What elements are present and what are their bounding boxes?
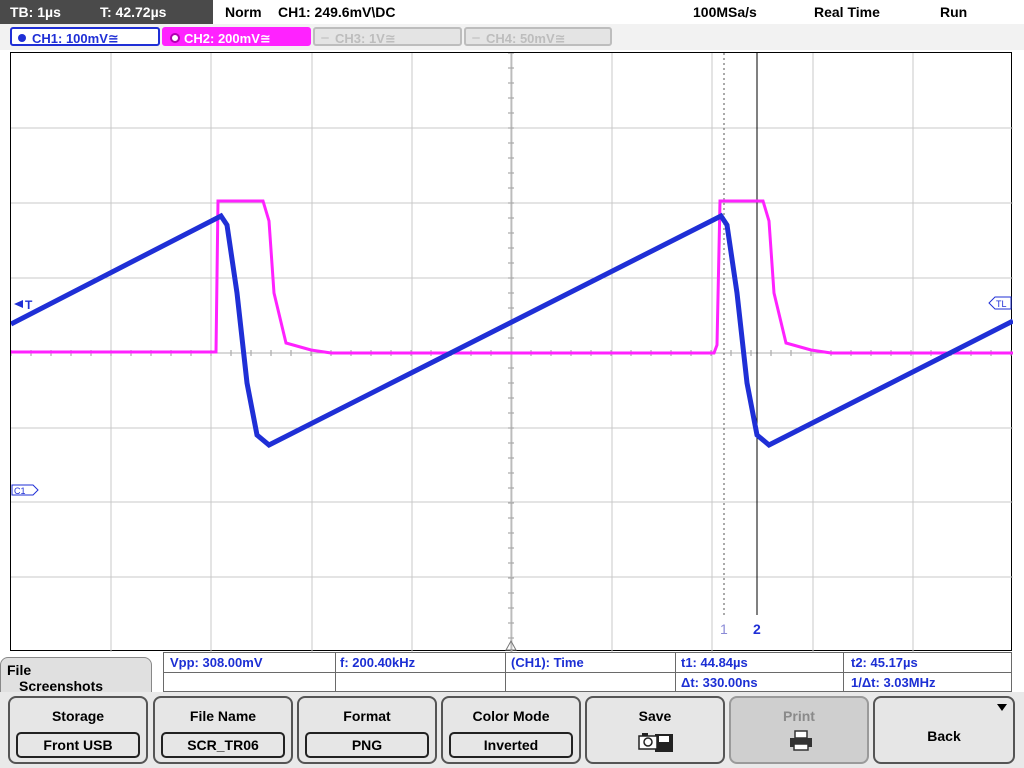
cursor-2-label: 2 xyxy=(753,621,761,637)
measurement-panel: Vpp: 308.00mV f: 200.40kHz (CH1): Time t… xyxy=(163,652,1012,692)
color-mode-value: Inverted xyxy=(449,732,573,758)
channel-1-indicator-icon xyxy=(18,34,26,42)
vpp-measurement: Vpp: 308.00mV xyxy=(170,655,263,670)
channel-3-tab[interactable]: CH3: 1V≅ xyxy=(313,27,462,46)
trigger-level-right-marker[interactable]: TL xyxy=(988,296,1012,310)
measurement-divider xyxy=(843,653,844,691)
back-button[interactable]: Back xyxy=(873,696,1015,764)
format-softkey[interactable]: Format PNG xyxy=(297,696,437,764)
cursor-source: (CH1): Time xyxy=(511,655,584,670)
menu-corner-arrow-icon xyxy=(997,704,1007,711)
trigger-level-marker[interactable]: T xyxy=(14,298,33,312)
sample-rate: 100MSa/s xyxy=(693,4,757,20)
waveform-graph: 1 2 T C1 TL xyxy=(11,53,1013,652)
print-button[interactable]: Print xyxy=(729,696,869,764)
channel-2-indicator-icon xyxy=(170,33,180,43)
ch1-ground-marker[interactable]: C1 xyxy=(11,484,39,496)
trigger-level-right-label: TL xyxy=(996,299,1007,309)
acquisition-mode: Real Time xyxy=(814,4,880,20)
trigger-mode: Norm xyxy=(225,4,262,20)
back-label: Back xyxy=(927,728,961,744)
cursor-inverse-delta-t: 1/Δt: 3.03MHz xyxy=(851,675,936,690)
menu-title-line-1: File xyxy=(7,662,32,678)
menu-title: File Screenshots xyxy=(0,657,152,697)
run-state: Run xyxy=(940,4,968,20)
trigger-level-arrow-icon xyxy=(14,300,23,308)
save-button[interactable]: Save xyxy=(585,696,725,764)
cursor-1-label: 1 xyxy=(720,621,728,637)
channel-1-label: CH1: 100mV≅ xyxy=(32,31,119,46)
channel-2-label: CH2: 200mV≅ xyxy=(184,31,271,46)
measurement-divider xyxy=(335,653,336,691)
waveform-display[interactable]: 1 2 T C1 TL xyxy=(10,52,1013,652)
file-name-label: File Name xyxy=(189,708,257,724)
format-label: Format xyxy=(343,708,391,724)
timebase-panel[interactable]: TB: 1µs T: 42.72µs xyxy=(0,0,213,24)
channel-3-indicator-icon xyxy=(321,37,329,39)
storage-softkey[interactable]: Storage Front USB xyxy=(8,696,148,764)
cursor-t2: t2: 45.17µs xyxy=(851,655,918,670)
channel-3-label: CH3: 1V≅ xyxy=(335,31,396,46)
channel-4-label: CH4: 50mV≅ xyxy=(486,31,566,46)
file-name-softkey[interactable]: File Name SCR_TR06 xyxy=(153,696,293,764)
measurement-divider xyxy=(675,653,676,691)
color-mode-softkey[interactable]: Color Mode Inverted xyxy=(441,696,581,764)
trigger-info: CH1: 249.6mV\DC xyxy=(278,4,396,20)
trigger-level-label: T xyxy=(25,298,33,312)
save-label: Save xyxy=(638,708,672,724)
channel-4-indicator-icon xyxy=(472,37,480,39)
format-value: PNG xyxy=(305,732,429,758)
ch1-ground-label: C1 xyxy=(14,486,26,496)
cursor-t1: t1: 44.84µs xyxy=(681,655,748,670)
measurement-divider xyxy=(505,653,506,691)
status-bar: TB: 1µs T: 42.72µs Norm CH1: 249.6mV\DC … xyxy=(0,0,1024,24)
color-mode-label: Color Mode xyxy=(472,708,550,724)
printer-icon xyxy=(790,730,812,751)
softkey-bar: Storage Front USB File Name SCR_TR06 For… xyxy=(0,692,1024,768)
channel-1-tab[interactable]: CH1: 100mV≅ xyxy=(10,27,160,46)
channel-2-tab[interactable]: CH2: 200mV≅ xyxy=(162,27,311,46)
storage-value: Front USB xyxy=(16,732,140,758)
frequency-measurement: f: 200.40kHz xyxy=(340,655,416,670)
print-label: Print xyxy=(783,708,815,724)
storage-label: Storage xyxy=(51,708,105,724)
channel-bar: CH1: 100mV≅ CH2: 200mV≅ CH3: 1V≅ CH4: 50… xyxy=(0,24,1024,50)
channel-4-tab[interactable]: CH4: 50mV≅ xyxy=(464,27,612,46)
file-name-value: SCR_TR06 xyxy=(161,732,285,758)
trigger-time-value: T: 42.72µs xyxy=(100,4,167,20)
timebase-value: TB: 1µs xyxy=(10,4,61,20)
save-to-disk-icon xyxy=(638,733,673,752)
cursor-delta-t: Δt: 330.00ns xyxy=(681,675,758,690)
